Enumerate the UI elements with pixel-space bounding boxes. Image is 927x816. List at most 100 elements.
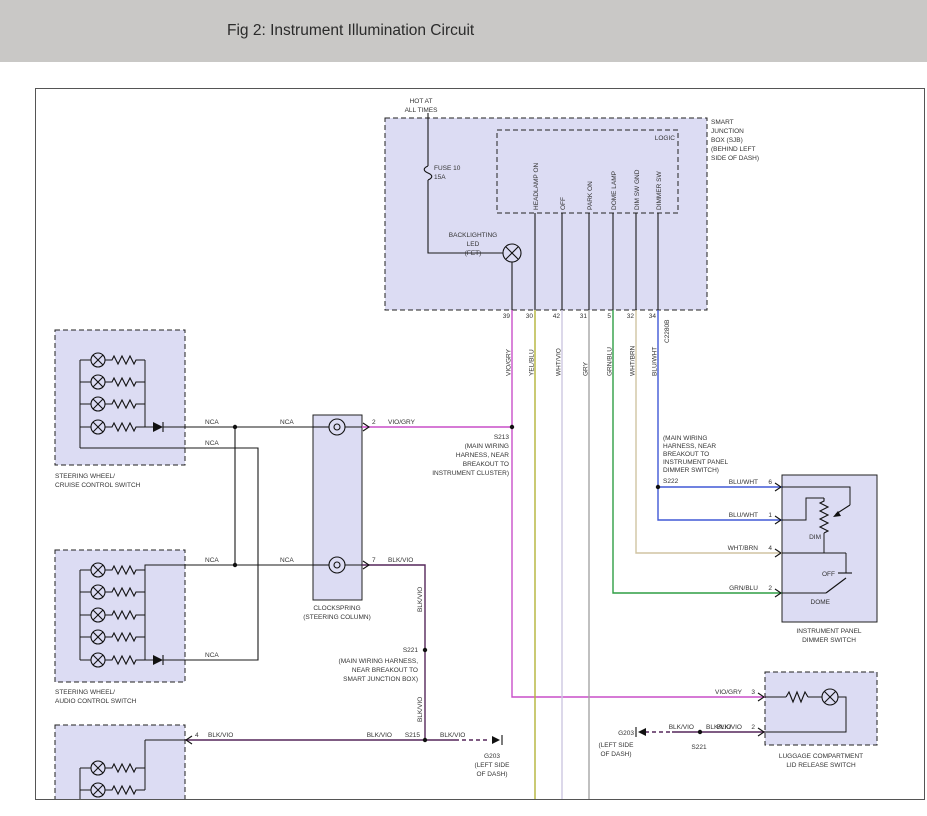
logic-label: LOGIC [655, 135, 676, 142]
wire-color-label: BLU/WHT [729, 479, 758, 486]
splice-note: (MAIN WIRING [663, 435, 707, 442]
audio-switch-label: AUDIO CONTROL SWITCH [55, 698, 137, 705]
hot-at-label: HOT AT [410, 98, 433, 105]
splice-note: (MAIN WIRING [465, 443, 509, 450]
wire-color-label: BLU/WHT [652, 347, 659, 376]
wire-color-label: GRN/BLU [729, 585, 758, 592]
pin-label: 2 [768, 585, 772, 592]
splice-note: HARNESS, NEAR [456, 452, 509, 459]
splice-label: S221 [403, 647, 419, 654]
splice-label: S222 [663, 478, 679, 485]
wire-color-label: BLK/VIO [669, 724, 694, 731]
figure-page: Fig 2: Instrument Illumination Circuit [0, 0, 927, 816]
ground-note: (LEFT SIDE [599, 742, 635, 749]
wire-color-label: VIO/GRY [715, 689, 743, 696]
pin-label: 4 [768, 545, 772, 552]
sjb-pin-label: 5 [607, 313, 611, 320]
lower-switch-box [55, 725, 185, 805]
wire-color-label: WHT/VIO [556, 348, 563, 376]
wire-color-label: BLK/VIO [440, 732, 465, 739]
clockspring-box [313, 415, 362, 600]
clockspring-label: CLOCKSPRING [313, 605, 360, 612]
luggage-switch-label: LUGGAGE COMPARTMENT [779, 753, 863, 760]
sjb-name-line: (BEHIND LEFT [711, 146, 755, 153]
wire-color-label: BLU/WHT [729, 512, 758, 519]
fuse-name-label: FUSE 10 [434, 165, 461, 172]
sjb-pin-label: 39 [503, 313, 511, 320]
wire-color-label: BLK/VIO [367, 732, 392, 739]
dimmer-switch-label: INSTRUMENT PANEL [796, 628, 862, 635]
splice-label: S213 [494, 434, 510, 441]
pin-label: 3 [751, 689, 755, 696]
splice-note: BREAKOUT TO [463, 461, 509, 468]
wire-color-label: YEL/BLU [529, 349, 536, 376]
ground-label: G203 [484, 753, 500, 760]
audio-switch-label: STEERING WHEEL/ [55, 689, 115, 696]
dim-label: DIM [809, 534, 821, 541]
all-times-label: ALL TIMES [405, 107, 439, 114]
nca-label: NCA [205, 419, 219, 426]
fuse-rating-label: 15A [434, 174, 446, 181]
clockspring-pin-label: 2 [372, 419, 376, 426]
pin-label: 1 [768, 512, 772, 519]
dimmer-switch-label: DIMMER SWITCH [802, 637, 856, 644]
backlighting-label: BACKLIGHTING [449, 232, 497, 239]
cruise-switch-box [55, 330, 185, 465]
wire-color-label: BLK/VIO [388, 557, 413, 564]
wire-color-label: BLK/VIO [417, 587, 424, 612]
sjb-pin-label: 34 [649, 313, 657, 320]
logic-output-label: DIMMER SW [656, 171, 663, 211]
ground-label: G203 [618, 730, 634, 737]
smart-junction-box [385, 118, 707, 310]
cruise-switch-label: STEERING WHEEL/ [55, 473, 115, 480]
splice-note: HARNESS, NEAR [663, 443, 716, 450]
dome-label: DOME [811, 599, 831, 606]
splice-note: (MAIN WIRING HARNESS, [339, 658, 419, 665]
connector-label: C2280B [664, 320, 671, 344]
logic-output-label: HEADLAMP ON [533, 162, 540, 210]
wiring-diagram: HOT AT ALL TIMES FUSE 10 15A SMART JUNCT… [0, 0, 927, 816]
cruise-switch-label: CRUISE CONTROL SWITCH [55, 482, 141, 489]
splice-note: INSTRUMENT CLUSTER) [432, 470, 509, 477]
pin-label: 2 [751, 724, 755, 731]
pin-label: 4 [195, 732, 199, 739]
backlighting-label: LED [467, 241, 480, 248]
nca-label: NCA [205, 440, 219, 447]
logic-output-label: PARK ON [587, 181, 594, 210]
wire-color-label: WHT/BRN [630, 345, 637, 376]
splice-label: S215 [405, 732, 421, 739]
wire-color-label: GRY [583, 361, 590, 376]
wire-color-label: VIO/GRY [388, 419, 416, 426]
wire-color-label: BLK/VIO [417, 697, 424, 722]
splice-note: BREAKOUT TO [663, 451, 709, 458]
nca-label: NCA [205, 557, 219, 564]
nca-label: NCA [205, 652, 219, 659]
sjb-pin-label: 42 [553, 313, 561, 320]
wire-color-label: VIO/GRY [506, 348, 513, 376]
logic-output-label: DIM SW GND [634, 169, 641, 210]
off-label: OFF [822, 571, 835, 578]
splice-note: DIMMER SWITCH) [663, 467, 719, 474]
ground-note: OF DASH) [476, 771, 507, 778]
sjb-name-line: BOX (SJB) [711, 137, 743, 144]
luggage-switch-label: LID RELEASE SWITCH [786, 762, 856, 769]
splice-label: S221 [691, 744, 707, 751]
wire-color-label: GRN/BLU [607, 347, 614, 376]
clockspring-label: (STEERING COLUMN) [303, 614, 371, 621]
nca-label: NCA [280, 557, 294, 564]
luggage-switch-box [765, 672, 877, 745]
sjb-name-line: JUNCTION [711, 128, 744, 135]
splice-note: NEAR BREAKOUT TO [352, 667, 418, 674]
wire-color-label: WHT/BRN [728, 545, 759, 552]
wire-color-label: BLK/VIO [717, 724, 742, 731]
sjb-name-line: SIDE OF DASH) [711, 155, 759, 162]
pin-label: 6 [768, 479, 772, 486]
sjb-name-line: SMART [711, 119, 734, 126]
sjb-pin-label: 30 [526, 313, 534, 320]
logic-output-label: OFF [560, 197, 567, 210]
backlighting-label: (FET) [465, 250, 482, 257]
nca-label: NCA [280, 419, 294, 426]
sjb-pin-label: 32 [627, 313, 635, 320]
splice-note: INSTRUMENT PANEL [663, 459, 729, 466]
splice-note: SMART JUNCTION BOX) [343, 676, 418, 683]
